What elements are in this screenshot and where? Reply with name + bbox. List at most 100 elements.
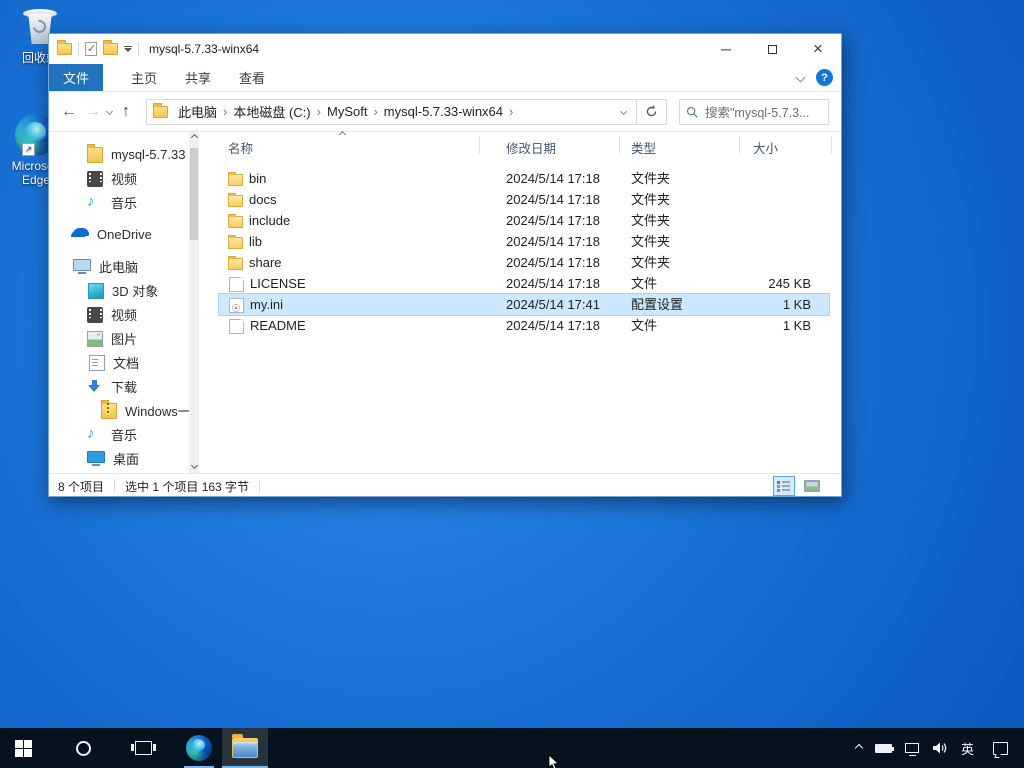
sidebar-item[interactable]: 下载	[49, 374, 189, 398]
file-type: 文件	[631, 315, 657, 336]
sidebar-scrollbar[interactable]	[189, 132, 199, 473]
sidebar-item[interactable]: 3D 对象	[49, 278, 189, 302]
sidebar-item[interactable]: OneDrive	[49, 222, 189, 246]
explorer-window: mysql-5.7.33-winx64 ─ × 文件主页共享查看 ? ← → ↑…	[48, 33, 842, 497]
ribbon-tab-home[interactable]: 主页	[117, 64, 171, 91]
windows-logo-icon	[15, 740, 32, 757]
breadcrumb-separator-icon[interactable]: ›	[507, 104, 515, 119]
address-dropdown-icon[interactable]	[610, 100, 636, 124]
sidebar-item[interactable]: 桌面	[49, 446, 189, 470]
file-row[interactable]: bin2024/5/14 17:18文件夹	[219, 168, 829, 189]
maximize-button[interactable]	[749, 34, 795, 64]
sidebar-item[interactable]: 音乐	[49, 422, 189, 446]
battery-icon[interactable]	[875, 744, 892, 753]
sidebar-item[interactable]: 文档	[49, 350, 189, 374]
details-view-button[interactable]	[773, 476, 795, 496]
breadcrumb-item[interactable]: MySoft	[323, 104, 371, 119]
column-header-date[interactable]: 修改日期	[506, 138, 556, 157]
address-bar-row: ← → ↑ 此电脑›本地磁盘 (C:)›MySoft›mysql-5.7.33-…	[49, 92, 841, 132]
customize-qat-button[interactable]	[124, 46, 132, 53]
minimize-button[interactable]: ─	[703, 34, 749, 64]
sidebar-item[interactable]: 音乐	[49, 190, 189, 214]
column-header-type[interactable]: 类型	[631, 138, 656, 157]
action-center-icon[interactable]	[993, 742, 1008, 755]
file-row[interactable]: docs2024/5/14 17:18文件夹	[219, 189, 829, 210]
scrollbar-up-icon[interactable]	[190, 134, 198, 142]
sidebar-item[interactable]: Windows一键	[49, 398, 189, 422]
file-type: 配置设置	[631, 294, 683, 315]
downloads-icon	[87, 379, 103, 395]
navigation-pane: mysql-5.7.33视频音乐OneDrive此电脑3D 对象视频图片文档下载…	[49, 132, 189, 473]
breadcrumb-item[interactable]: 此电脑	[174, 102, 221, 121]
breadcrumb-item[interactable]: 本地磁盘 (C:)	[229, 102, 314, 121]
file-type: 文件夹	[631, 231, 670, 252]
taskbar-explorer-button[interactable]	[222, 728, 268, 768]
properties-button[interactable]	[85, 42, 97, 56]
file-list: 名称 修改日期 类型 大小 bin2024/5/14 17:18文件夹docs2…	[199, 132, 841, 473]
close-button[interactable]: ×	[795, 34, 841, 64]
folder-icon	[228, 174, 243, 186]
taskbar: 英	[0, 728, 1024, 768]
ribbon-tab-file[interactable]: 文件	[49, 64, 103, 91]
help-button[interactable]: ?	[816, 69, 833, 86]
breadcrumb-item[interactable]: mysql-5.7.33-winx64	[380, 104, 507, 119]
thumbnail-view-button[interactable]	[801, 476, 823, 496]
breadcrumb-separator-icon[interactable]: ›	[221, 104, 229, 119]
refresh-button[interactable]	[636, 100, 666, 124]
sidebar-item[interactable]: mysql-5.7.33	[49, 142, 189, 166]
sidebar-item[interactable]: 图片	[49, 326, 189, 350]
file-name: lib	[249, 231, 262, 252]
shortcut-arrow-icon: ↗	[22, 143, 35, 156]
ribbon-tab-view[interactable]: 查看	[225, 64, 279, 91]
address-bar[interactable]: 此电脑›本地磁盘 (C:)›MySoft›mysql-5.7.33-winx64…	[146, 99, 667, 125]
file-row[interactable]: lib2024/5/14 17:18文件夹	[219, 231, 829, 252]
collapse-ribbon-icon[interactable]	[796, 73, 806, 83]
column-header-size[interactable]: 大小	[753, 138, 778, 157]
file-name: README	[250, 315, 306, 336]
file-type: 文件夹	[631, 189, 670, 210]
sidebar-item[interactable]: 此电脑	[49, 254, 189, 278]
file-name: include	[249, 210, 290, 231]
folder-icon	[228, 237, 243, 249]
up-button[interactable]: ↑	[114, 103, 138, 121]
column-header-name[interactable]: 名称	[228, 138, 253, 157]
breadcrumb-separator-icon[interactable]: ›	[315, 104, 323, 119]
file-name: docs	[249, 189, 276, 210]
search-placeholder: 搜索"mysql-5.7.3...	[705, 102, 809, 121]
video-icon	[87, 307, 103, 323]
folder-icon	[87, 147, 103, 163]
sidebar-item[interactable]: 视频	[49, 166, 189, 190]
ribbon-tab-share[interactable]: 共享	[171, 64, 225, 91]
scrollbar-thumb[interactable]	[190, 148, 198, 240]
file-row[interactable]: my.ini2024/5/14 17:41配置设置1 KB	[219, 294, 829, 315]
file-row[interactable]: LICENSE2024/5/14 17:18文件245 KB	[219, 273, 829, 294]
items-count: 8 个项目	[58, 478, 104, 495]
file-row[interactable]: README2024/5/14 17:18文件1 KB	[219, 315, 829, 336]
network-icon[interactable]	[905, 743, 919, 753]
back-button[interactable]: ←	[57, 103, 81, 121]
address-folder-icon	[153, 106, 168, 118]
new-folder-button[interactable]	[103, 43, 118, 55]
file-type: 文件夹	[631, 168, 670, 189]
onedrive-icon	[73, 228, 89, 244]
taskbar-edge-button[interactable]	[176, 728, 222, 768]
ime-language-indicator[interactable]: 英	[961, 739, 974, 758]
search-taskbar-button[interactable]	[60, 728, 106, 768]
breadcrumb-separator-icon[interactable]: ›	[371, 104, 379, 119]
desktop-icon	[87, 451, 105, 467]
show-hidden-icons-button[interactable]	[855, 744, 863, 752]
file-row[interactable]: share2024/5/14 17:18文件夹	[219, 252, 829, 273]
file-row[interactable]: include2024/5/14 17:18文件夹	[219, 210, 829, 231]
volume-icon[interactable]	[932, 741, 948, 755]
search-input[interactable]: 搜索"mysql-5.7.3...	[679, 99, 829, 125]
file-date: 2024/5/14 17:18	[506, 210, 600, 231]
task-view-button[interactable]	[120, 728, 166, 768]
sidebar-item[interactable]: 视频	[49, 302, 189, 326]
window-folder-icon	[57, 43, 72, 55]
file-date: 2024/5/14 17:18	[506, 168, 600, 189]
file-name: my.ini	[250, 294, 283, 315]
start-button[interactable]	[0, 728, 46, 768]
forward-button[interactable]: →	[81, 103, 105, 121]
recent-locations-icon[interactable]	[106, 108, 113, 115]
scrollbar-down-icon[interactable]	[190, 463, 198, 471]
